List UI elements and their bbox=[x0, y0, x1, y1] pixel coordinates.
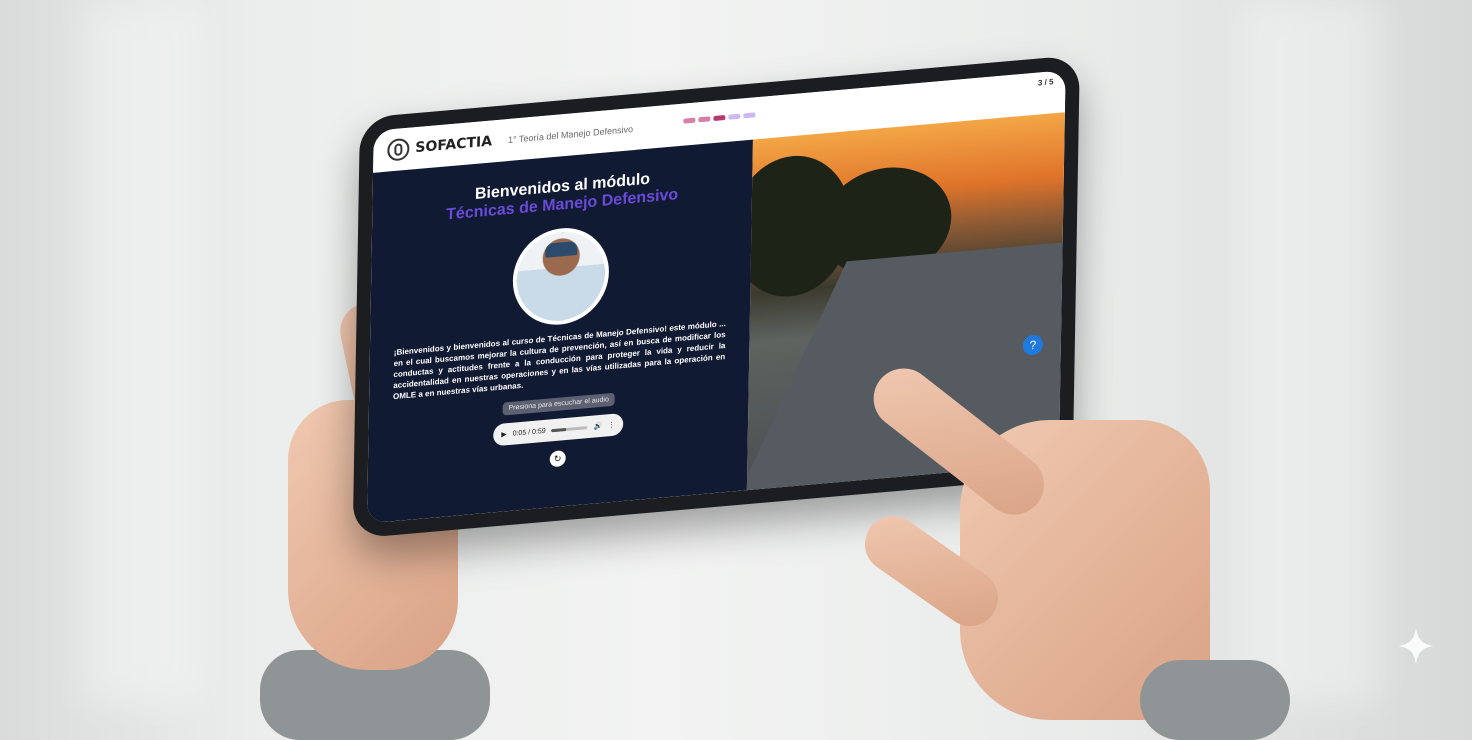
audio-time: 0:05 / 0:59 bbox=[512, 427, 546, 438]
brand-logo[interactable]: SOFACTIA bbox=[387, 130, 493, 162]
sofactia-logo-icon bbox=[387, 137, 410, 162]
progress-step-4[interactable] bbox=[728, 113, 741, 120]
progress-step-3[interactable] bbox=[713, 114, 726, 122]
audio-progress[interactable] bbox=[551, 425, 588, 432]
progress-step-1[interactable] bbox=[683, 117, 696, 124]
police-cap-icon bbox=[545, 240, 578, 258]
right-sleeve bbox=[1140, 660, 1290, 740]
lesson-title: 1° Teoría del Manejo Defensivo bbox=[507, 124, 634, 146]
play-icon[interactable]: ▶ bbox=[501, 430, 507, 438]
volume-icon[interactable]: 🔊 bbox=[593, 422, 602, 431]
replay-button[interactable]: ↻ bbox=[549, 450, 566, 468]
more-icon[interactable]: ⋮ bbox=[608, 421, 615, 430]
progress-step-5[interactable] bbox=[743, 112, 756, 119]
brand-name: SOFACTIA bbox=[415, 133, 493, 157]
progress-step-2[interactable] bbox=[698, 116, 711, 123]
welcome-text: ¡Bienvenidos y bienvenidos al curso de T… bbox=[393, 318, 726, 402]
sparkle-icon bbox=[1398, 628, 1434, 664]
page-counter: 3 / 5 bbox=[1037, 77, 1054, 88]
audio-player[interactable]: ▶ 0:05 / 0:59 🔊 ⋮ bbox=[493, 412, 624, 447]
progress-indicator bbox=[683, 112, 756, 124]
instructor-avatar bbox=[512, 224, 610, 329]
welcome-panel: Bienvenidos al módulo Técnicas de Manejo… bbox=[366, 139, 753, 524]
audio-hint: Presiona para escuchar el audio bbox=[502, 392, 615, 416]
